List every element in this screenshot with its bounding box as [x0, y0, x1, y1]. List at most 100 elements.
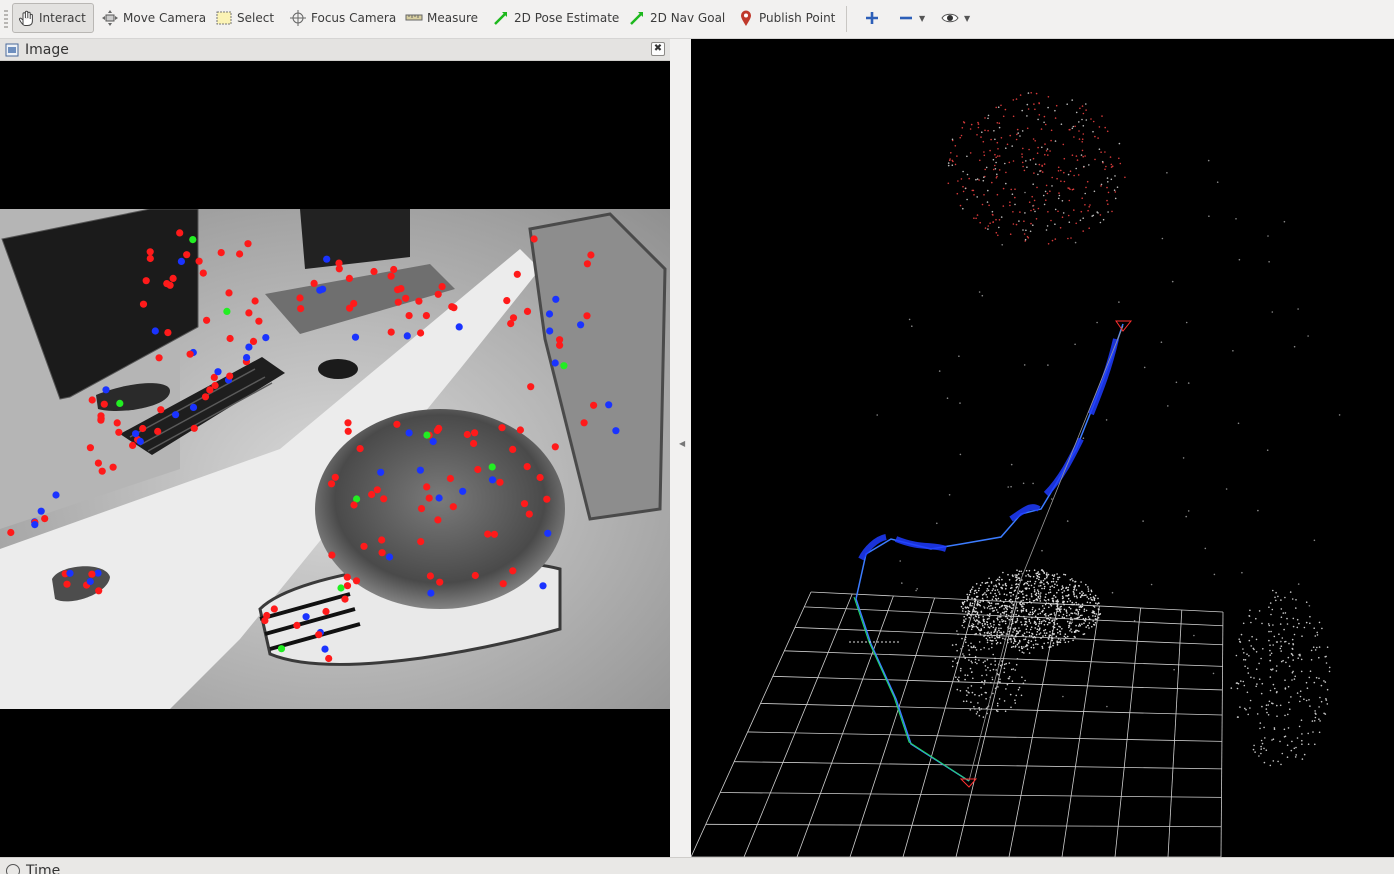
cloud-point [977, 600, 979, 603]
cloud-point [1244, 659, 1247, 661]
cloud-point [1319, 720, 1321, 722]
cloud-point [1006, 594, 1008, 596]
feature-point [245, 343, 253, 351]
cloud-point [1043, 115, 1046, 118]
feature-point [323, 255, 331, 263]
2d-nav-goal-tool-button[interactable]: 2D Nav Goal [624, 3, 729, 33]
cloud-point [1307, 743, 1310, 745]
cloud-point [1021, 651, 1024, 653]
cloud-point [962, 607, 964, 610]
cloud-point [1040, 128, 1043, 130]
cloud-point [1092, 596, 1095, 598]
cloud-point [968, 625, 971, 628]
feature-point [438, 283, 446, 291]
cloud-point [1047, 602, 1050, 605]
cloud-point [1036, 186, 1038, 189]
cloud-point [1051, 636, 1053, 639]
cloud-point [1323, 712, 1325, 715]
cloud-point [965, 618, 967, 620]
cloud-point [1297, 583, 1300, 585]
cloud-point [1011, 193, 1014, 195]
cloud-point [965, 700, 968, 702]
cloud-point [1005, 688, 1007, 690]
cloud-point [1017, 132, 1019, 134]
camera-image-view[interactable] [0, 209, 670, 709]
cloud-point [983, 605, 985, 608]
feature-point [346, 304, 354, 312]
cloud-point [1019, 94, 1022, 96]
cloud-point [1269, 644, 1271, 646]
cloud-point [1312, 731, 1314, 733]
move-camera-label: Move Camera [123, 11, 207, 25]
cloud-point [998, 627, 1000, 630]
cloud-point [960, 647, 962, 650]
cloud-point [979, 159, 981, 162]
cloud-point [1059, 611, 1062, 613]
cloud-point [1232, 350, 1234, 352]
cloud-point [1080, 581, 1082, 583]
cloud-point [1253, 744, 1255, 747]
add-tool-button[interactable] [860, 3, 884, 33]
cloud-point [990, 625, 992, 627]
cloud-point [1090, 589, 1093, 592]
tool-visibility-button[interactable]: ▼ [937, 3, 974, 33]
publish-point-tool-button[interactable]: Publish Point [733, 3, 839, 33]
feature-point [203, 316, 211, 324]
cloud-point [1016, 569, 1018, 571]
cloud-point [1026, 166, 1028, 168]
interact-tool-button[interactable]: Interact [12, 3, 94, 33]
cloud-point [1000, 627, 1002, 630]
cloud-point [1043, 572, 1046, 574]
cloud-point [1030, 626, 1033, 628]
feature-point [378, 536, 386, 544]
cloud-point [1065, 595, 1067, 597]
cloud-point [979, 632, 981, 635]
cloud-point [999, 664, 1002, 667]
3d-view-render-panel[interactable] [691, 39, 1394, 857]
cloud-point [995, 627, 997, 629]
select-tool-button[interactable]: Select [211, 3, 278, 33]
collapse-arrow-icon[interactable]: ◀ [679, 439, 685, 448]
measure-tool-button[interactable]: Measure [401, 3, 482, 33]
cloud-point [989, 622, 992, 625]
cloud-point [1032, 157, 1035, 160]
move-camera-tool-button[interactable]: Move Camera [97, 3, 210, 33]
cloud-point [1035, 633, 1038, 636]
cloud-point [1016, 630, 1018, 633]
feature-point [380, 495, 388, 503]
cloud-point [1054, 614, 1056, 616]
remove-tool-button[interactable]: ▼ [894, 3, 929, 33]
map-pin-icon [741, 10, 751, 26]
panel-splitter[interactable]: ◀ [670, 39, 691, 857]
2d-pose-estimate-tool-button[interactable]: 2D Pose Estimate [488, 3, 623, 33]
cloud-point [1270, 668, 1272, 671]
cloud-point [1051, 574, 1054, 576]
cloud-point [1089, 601, 1091, 604]
cloud-point [1030, 595, 1033, 597]
cloud-point [1073, 587, 1076, 589]
cloud-point [995, 156, 997, 159]
focus-camera-tool-button[interactable]: Focus Camera [285, 3, 400, 33]
feature-point [243, 354, 251, 362]
cloud-point [1257, 509, 1259, 512]
cloud-point [1313, 720, 1316, 722]
cloud-point [1269, 659, 1272, 662]
cloud-point [1069, 584, 1071, 586]
cloud-point [915, 589, 917, 592]
cloud-point [1269, 649, 1271, 652]
toolbar-grip[interactable] [4, 10, 8, 28]
cloud-point [1039, 594, 1041, 596]
close-panel-button[interactable]: ✖ [651, 42, 665, 56]
cloud-point [1338, 414, 1341, 416]
cloud-point [1043, 203, 1046, 206]
cloud-point [985, 707, 988, 710]
cloud-point [1056, 591, 1058, 594]
cloud-point [1044, 620, 1047, 623]
feature-point [446, 474, 454, 483]
cloud-point [1014, 574, 1016, 576]
cloud-point [1077, 585, 1080, 587]
cloud-point [980, 136, 982, 138]
cloud-point [1047, 243, 1050, 245]
cloud-point [1033, 590, 1036, 593]
cloud-point [1029, 622, 1032, 624]
